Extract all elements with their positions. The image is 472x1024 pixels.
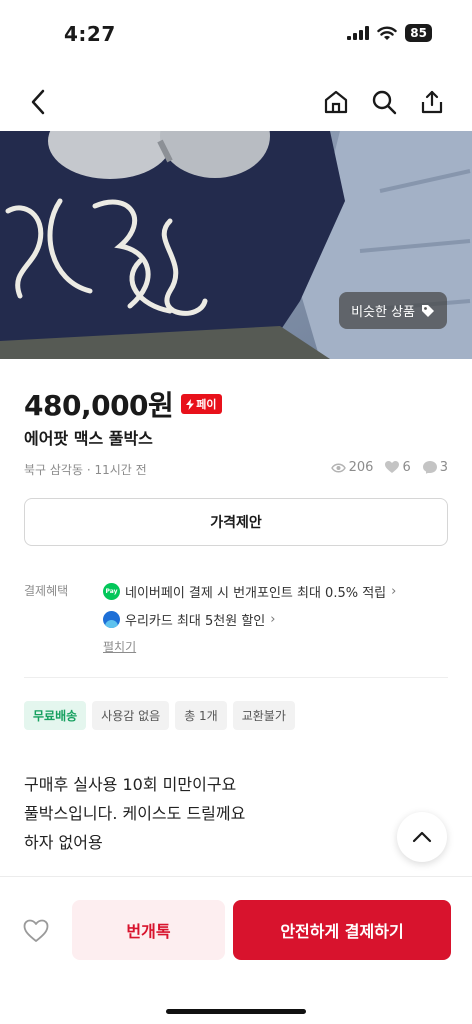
back-button[interactable]	[22, 86, 54, 118]
similar-products-label: 비슷한 상품	[351, 305, 415, 320]
tag-quantity: 총 1개	[175, 701, 227, 730]
chat-button[interactable]: 번개톡	[72, 900, 225, 960]
naver-pay-benefit-text: 네이버페이 결제 시 번개포인트 최대 0.5% 적립	[125, 586, 387, 601]
chat-bubble-icon	[422, 461, 437, 474]
nav-bar	[0, 78, 472, 126]
pay-badge-label: 페이	[196, 398, 217, 411]
views-count: 206	[348, 460, 374, 475]
search-icon	[372, 90, 397, 115]
product-price: 480,000원	[24, 389, 174, 422]
tag-condition: 사용감 없음	[92, 701, 170, 730]
battery-indicator: 85	[405, 24, 432, 42]
woori-card-benefit[interactable]: 우리카드 최대 5천원 할인 ›	[103, 610, 275, 629]
naver-pay-icon: Pay	[103, 583, 120, 600]
product-description: 구매후 실사용 10회 미만이구요 풀박스입니다. 케이스도 드릴께요 하자 없…	[24, 770, 245, 857]
price-offer-button[interactable]: 가격제안	[24, 498, 448, 546]
lightning-icon	[186, 398, 195, 410]
status-time: 4:27	[64, 22, 116, 46]
expand-benefits-link[interactable]: 펼치기	[103, 638, 136, 655]
tag-free-shipping: 무료배송	[24, 701, 87, 730]
home-indicator	[166, 1009, 306, 1014]
description-line: 풀박스입니다. 케이스도 드릴께요	[24, 804, 246, 823]
chevron-up-icon	[412, 831, 432, 843]
tag-no-exchange: 교환불가	[232, 701, 295, 730]
product-stats: 206 6 3	[330, 460, 448, 475]
home-button[interactable]	[320, 86, 352, 118]
status-bar: 4:27 85	[0, 0, 472, 70]
views-stat: 206	[330, 460, 374, 475]
likes-stat: 6	[385, 460, 411, 475]
description-line: 구매후 실사용 10회 미만이구요	[24, 775, 237, 794]
likes-count: 6	[402, 460, 411, 475]
chevron-left-icon	[31, 89, 45, 115]
share-button[interactable]	[416, 86, 448, 118]
woori-card-icon	[103, 611, 120, 628]
chats-count: 3	[439, 460, 448, 475]
chats-stat: 3	[422, 460, 448, 475]
location-time: 북구 삼각동 · 11시간 전	[24, 463, 147, 477]
description-line: 하자 없어용	[24, 833, 103, 852]
benefits-label: 결제혜택	[24, 584, 69, 598]
product-title: 에어팟 맥스 풀박스	[24, 429, 153, 448]
heart-icon	[385, 461, 400, 473]
heart-outline-icon	[23, 919, 49, 942]
wifi-icon	[377, 26, 397, 40]
like-button[interactable]	[22, 917, 50, 945]
naver-pay-benefit[interactable]: Pay 네이버페이 결제 시 번개포인트 최대 0.5% 적립 ›	[103, 582, 396, 601]
eye-icon	[330, 463, 346, 472]
safe-payment-button[interactable]: 안전하게 결제하기	[233, 900, 451, 960]
home-icon	[324, 90, 348, 114]
status-icons: 85	[347, 24, 432, 42]
signal-icon	[347, 26, 370, 40]
pay-badge: 페이	[181, 394, 222, 414]
price-row: 480,000원 페이	[24, 384, 222, 424]
search-button[interactable]	[368, 86, 400, 118]
chevron-right-icon: ›	[391, 584, 397, 599]
product-photo[interactable]: 비슷한 상품	[0, 131, 472, 359]
scroll-top-button[interactable]	[397, 812, 447, 862]
similar-products-button[interactable]: 비슷한 상품	[339, 292, 447, 329]
divider	[24, 677, 448, 678]
chevron-right-icon: ›	[270, 612, 276, 627]
woori-card-benefit-text: 우리카드 최대 5천원 할인	[125, 614, 266, 629]
share-icon	[421, 90, 443, 114]
bottom-action-bar: 번개톡 안전하게 결제하기	[0, 876, 472, 1024]
tag-icon	[422, 304, 434, 317]
product-tags: 무료배송 사용감 없음 총 1개 교환불가	[24, 701, 295, 730]
